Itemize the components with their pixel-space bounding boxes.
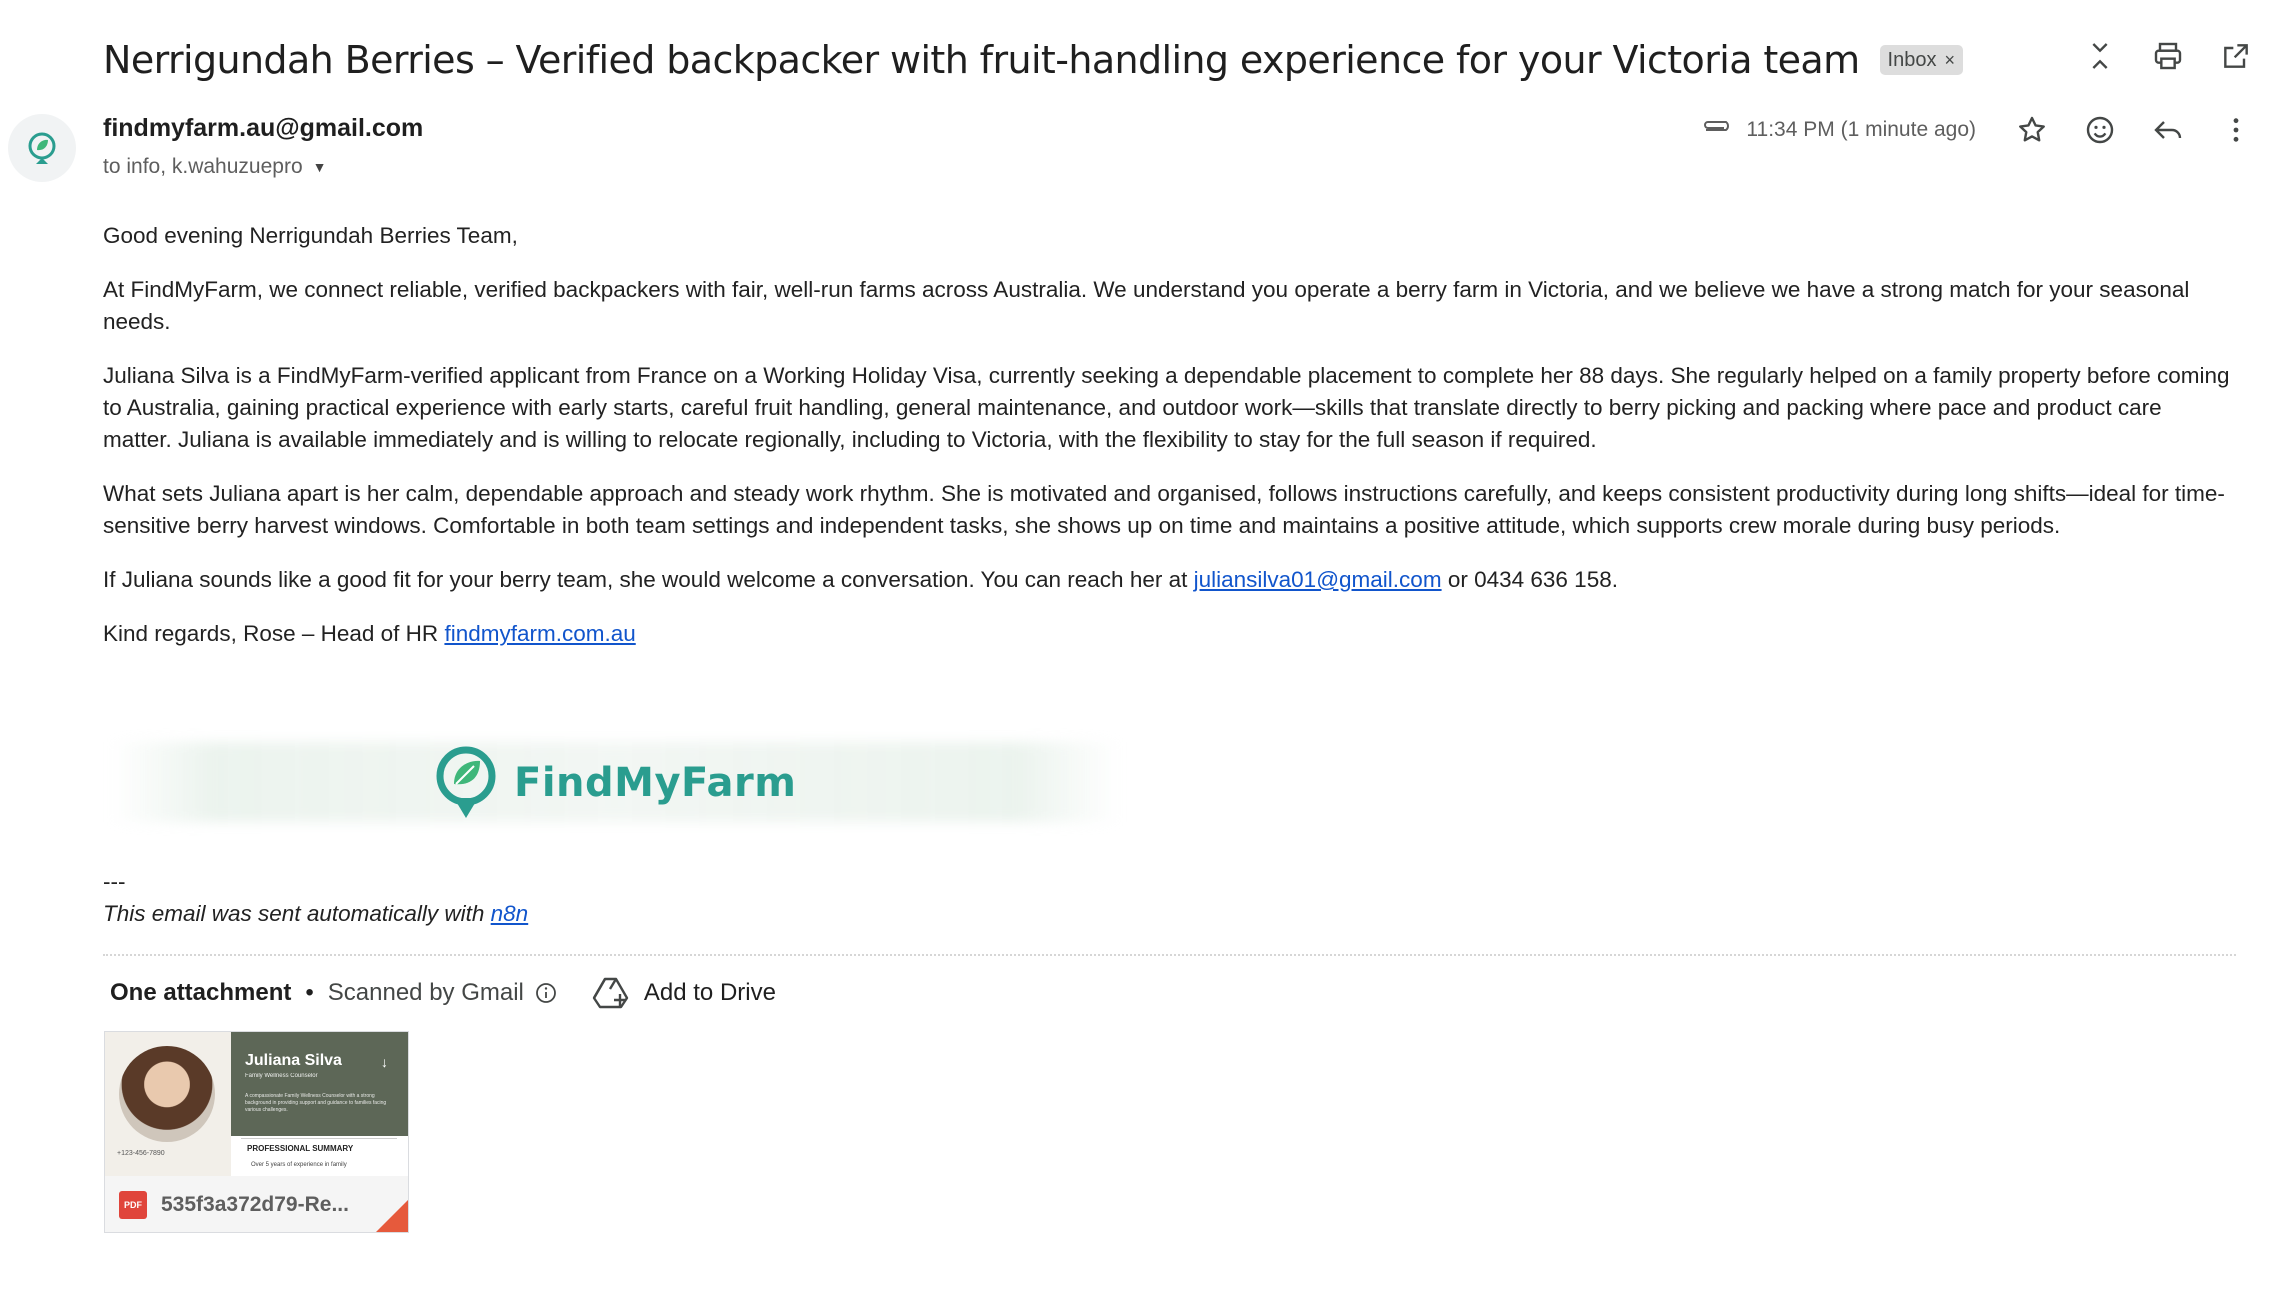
recipients-text: to info, k.wahuzuepro xyxy=(103,155,303,178)
info-icon[interactable] xyxy=(534,981,558,1005)
message-meta: 11:34 PM (1 minute ago) xyxy=(1702,110,2272,150)
timestamp-text: 11:34 PM (1 minute ago) xyxy=(1746,118,1976,141)
attachment-filename: 535f3a372d79-Re... xyxy=(161,1193,349,1216)
pdf-icon: PDF xyxy=(119,1191,147,1219)
resume-header: Juliana Silva Family Wellness Counselor … xyxy=(231,1032,408,1136)
contact-phone-text: or 0434 636 158. xyxy=(1441,567,1618,592)
attachments-divider xyxy=(103,954,2236,956)
download-arrow-icon: ↓ xyxy=(381,1054,388,1070)
attachment-footer: PDF 535f3a372d79-Re... xyxy=(105,1176,408,1232)
attachments-header: One attachment • Scanned by Gmail Add to… xyxy=(110,976,776,1010)
contact-text: If Juliana sounds like a good fit for yo… xyxy=(103,567,1194,592)
body-paragraph-1: At FindMyFarm, we connect reliable, veri… xyxy=(103,277,2190,334)
sender-email[interactable]: findmyfarm.au@gmail.com xyxy=(103,114,423,143)
resume-photo xyxy=(119,1046,215,1142)
n8n-link[interactable]: n8n xyxy=(491,901,529,926)
findmyfarm-avatar-icon xyxy=(28,132,56,164)
auto-sent-note: This email was sent automatically with n… xyxy=(103,898,528,930)
emoji-reaction-icon[interactable] xyxy=(2080,110,2120,150)
inbox-label-chip[interactable]: Inbox × xyxy=(1879,45,1963,75)
logo-text: FindMyFarm xyxy=(514,760,797,806)
timestamp: 11:34 PM (1 minute ago) xyxy=(1702,118,1976,142)
resume-bullet: Over 5 years of experience in family xyxy=(251,1162,347,1168)
findmyfarm-logo-icon xyxy=(436,746,496,818)
sender-avatar[interactable] xyxy=(8,114,76,182)
resume-role: Family Wellness Counselor xyxy=(245,1073,318,1079)
attachment-card[interactable]: +123-456-7890 Juliana Silva Family Welln… xyxy=(104,1031,409,1233)
scanned-by-gmail: Scanned by Gmail xyxy=(328,979,558,1007)
add-to-drive-icon xyxy=(592,977,629,1009)
open-in-new-window-icon[interactable] xyxy=(2216,36,2256,76)
chevron-down-icon[interactable]: ▼ xyxy=(313,159,327,175)
star-icon[interactable] xyxy=(2012,110,2052,150)
resume-phone: +123-456-7890 xyxy=(117,1150,165,1157)
inbox-label-text: Inbox xyxy=(1887,48,1937,71)
signature: --- This email was sent automatically wi… xyxy=(103,866,528,930)
thread-actions xyxy=(2080,36,2256,76)
subject-row: Nerrigundah Berries – Verified backpacke… xyxy=(103,28,2232,92)
resume-description: A compassionate Family Wellness Counselo… xyxy=(245,1093,387,1113)
resume-left-panel: +123-456-7890 xyxy=(105,1032,231,1176)
collapse-icon[interactable] xyxy=(2080,36,2120,76)
findmyfarm-logo: FindMyFarm xyxy=(430,744,796,822)
recipients-line[interactable]: to info, k.wahuzuepro ▼ xyxy=(103,155,423,179)
add-to-drive-label: Add to Drive xyxy=(643,979,776,1006)
resume-divider xyxy=(241,1138,397,1139)
sender-block: findmyfarm.au@gmail.com to info, k.wahuz… xyxy=(103,114,423,179)
website-link[interactable]: findmyfarm.com.au xyxy=(444,621,635,646)
page-fold-corner xyxy=(376,1200,408,1232)
email-body: Good evening Nerrigundah Berries Team, A… xyxy=(103,220,2233,672)
print-icon[interactable] xyxy=(2148,36,2188,76)
closing: Kind regards, Rose – Head of HR findmyfa… xyxy=(103,618,2233,650)
signature-separator: --- xyxy=(103,869,126,894)
attachment-paperclip-icon xyxy=(1704,121,1730,131)
attachment-thumbnail: +123-456-7890 Juliana Silva Family Welln… xyxy=(105,1032,408,1176)
body-paragraph-2: Juliana Silva is a FindMyFarm-verified a… xyxy=(103,363,2230,452)
scanned-text: Scanned by Gmail xyxy=(327,979,524,1006)
resume-name: Juliana Silva xyxy=(245,1052,342,1069)
body-paragraph-4: If Juliana sounds like a good fit for yo… xyxy=(103,564,2233,596)
more-vertical-icon[interactable] xyxy=(2216,110,2256,150)
greeting: Good evening Nerrigundah Berries Team, xyxy=(103,223,518,248)
resume-summary-heading: PROFESSIONAL SUMMARY xyxy=(247,1144,354,1153)
reply-icon[interactable] xyxy=(2148,110,2188,150)
attachments-title: One attachment xyxy=(110,979,292,1006)
add-to-drive-button[interactable]: Add to Drive xyxy=(592,976,776,1010)
remove-label-button[interactable]: × xyxy=(1944,50,1955,71)
applicant-email-link[interactable]: juliansilva01@gmail.com xyxy=(1194,567,1442,592)
body-paragraph-3: What sets Juliana apart is her calm, dep… xyxy=(103,481,2225,538)
email-subject: Nerrigundah Berries – Verified backpacke… xyxy=(103,38,1860,82)
auto-sent-text: This email was sent automatically with xyxy=(103,901,491,926)
closing-text: Kind regards, Rose – Head of HR xyxy=(103,621,445,646)
separator-dot: • xyxy=(305,979,314,1006)
